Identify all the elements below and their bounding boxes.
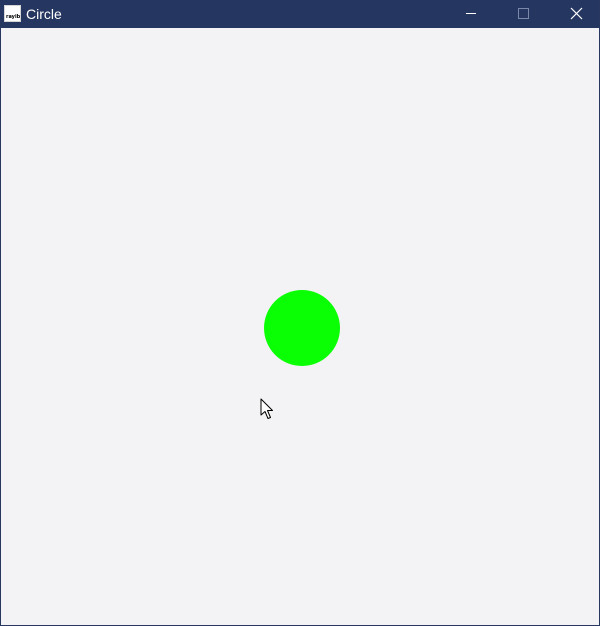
- app-window: rayib Circle: [0, 0, 600, 626]
- window-title: Circle: [26, 6, 62, 22]
- mouse-cursor-icon: [260, 398, 273, 419]
- close-button[interactable]: [553, 0, 599, 28]
- canvas-area[interactable]: [1, 28, 599, 625]
- maximize-button[interactable]: [500, 0, 546, 28]
- close-icon: [570, 7, 583, 20]
- minimize-button[interactable]: [448, 0, 494, 28]
- minimize-icon: [466, 13, 476, 14]
- app-icon-label: rayib: [6, 14, 21, 20]
- app-icon[interactable]: rayib: [4, 5, 21, 22]
- maximize-icon: [518, 8, 529, 19]
- green-circle: [264, 290, 340, 366]
- title-bar[interactable]: rayib Circle: [1, 0, 599, 28]
